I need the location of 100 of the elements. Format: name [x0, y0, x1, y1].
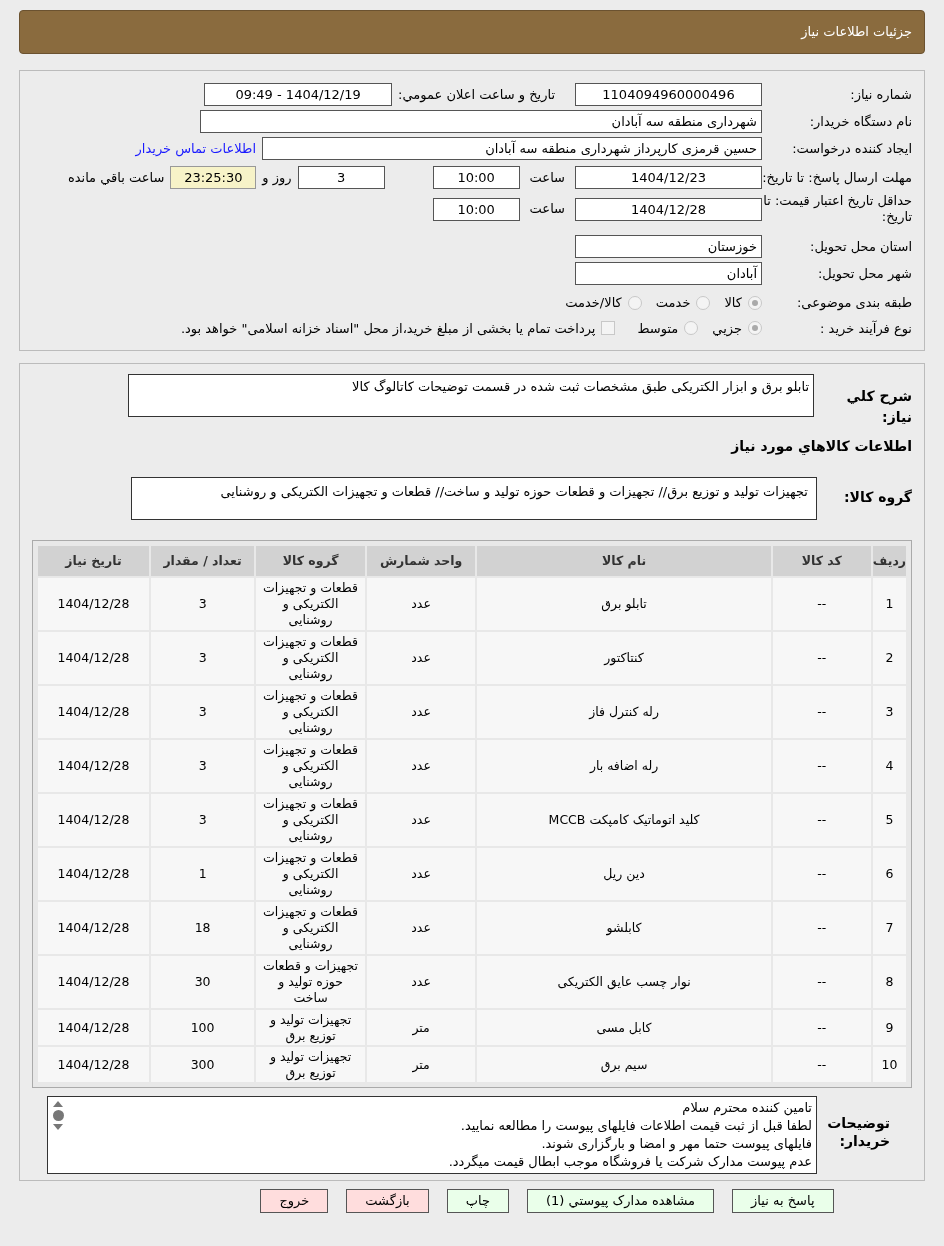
goods-group-textarea[interactable]: تجهیزات تولید و توزیع برق// تجهیزات و قطعات حوزه تولید و ساخت// قطعات و تجهیزات الکتریکی و روشنایی — [131, 477, 817, 520]
table-cell: رله اضافه بار — [477, 740, 771, 792]
table-cell: قطعات و تجهیزات الکتریکی و روشنایی — [256, 902, 365, 954]
table-cell: 3 — [151, 632, 255, 684]
text-field[interactable]: 1404/12/28 — [575, 197, 762, 221]
checkbox-label: پرداخت تمام یا بخشی از مبلغ خرید،از محل "اسناد خزانه اسلامی" خواهد بود. — [180, 319, 596, 338]
text-field[interactable]: 10:00 — [432, 197, 520, 221]
table-cell: عدد — [366, 956, 476, 1008]
summary-textarea[interactable]: تابلو برق و ابزار الکتریکی طبق مشخصات ثبت شده در قسمت توضیحات کاتالوگ کالا — [128, 374, 814, 417]
column-header: واحد شمارش — [366, 546, 476, 576]
table-cell: عدد — [366, 632, 476, 684]
radio-label: جزيي — [712, 319, 742, 338]
table-cell: 1404/12/28 — [38, 578, 149, 630]
action-button[interactable]: پاسخ به نیاز — [732, 1189, 834, 1213]
table-cell: 1404/12/28 — [38, 686, 149, 738]
column-header: کد کالا — [772, 546, 871, 576]
field-label: نوع فرآیند خرید : — [819, 319, 912, 338]
contact-link[interactable]: اطلاعات تماس خریدار — [135, 138, 256, 159]
table-cell: کابل مسی — [477, 1010, 771, 1045]
table-cell: عدد — [366, 902, 476, 954]
field-label: استان محل تحویل: — [809, 237, 912, 257]
table-cell: -- — [772, 902, 871, 954]
action-button[interactable]: بازگشت — [346, 1189, 429, 1213]
table-cell: 4 — [872, 740, 906, 792]
table-cell: 100 — [151, 1010, 255, 1045]
buyer-notes-textarea[interactable]: تامین کننده محترم سلام لطفا قبل از ثبت قیمت اطلاعات فایلهای پیوست را مطالعه نمایید. فایلهای پیوست حتما مهر و امضا و بارگزاری شوند. عدم پیوست مدارک شرکت یا فروشگاه موجب ابطال قیمت میگردد. — [47, 1096, 817, 1174]
field-label: شهر محل تحویل: — [816, 264, 912, 284]
table-cell: 3 — [872, 686, 906, 738]
table-cell: قطعات و تجهیزات الکتریکی و روشنایی — [256, 740, 365, 792]
table-cell: 1404/12/28 — [38, 902, 149, 954]
radio-button[interactable] — [696, 295, 711, 310]
table-cell: قطعات و تجهیزات الکتریکی و روشنایی — [256, 794, 365, 846]
table-cell: -- — [772, 686, 871, 738]
text-field[interactable]: آبادان — [575, 262, 762, 285]
note-line: لطفا قبل از ثبت قیمت اطلاعات فایلهای پیوست را مطالعه نمایید. — [459, 1117, 812, 1135]
table-cell: دین ریل — [477, 848, 771, 900]
table-cell: -- — [772, 632, 871, 684]
text-field[interactable]: حسین قرمزی کارپرداز شهرداری منطقه سه آبادان — [262, 137, 762, 160]
scroll-down-icon[interactable] — [53, 1124, 63, 1130]
action-button[interactable]: خروج — [260, 1189, 329, 1213]
table-cell: قطعات و تجهیزات الکتریکی و روشنایی — [256, 686, 365, 738]
table-cell: قطعات و تجهیزات الکتریکی و روشنایی — [256, 848, 365, 900]
scroll-thumb-icon[interactable] — [52, 1110, 64, 1121]
table-cell: 5 — [872, 794, 906, 846]
radio-button[interactable] — [627, 295, 642, 310]
checkbox[interactable] — [601, 321, 616, 336]
table-cell: -- — [772, 848, 871, 900]
table-cell: تجهیزات تولید و توزیع برق — [256, 1010, 365, 1045]
radio-button[interactable] — [684, 321, 699, 336]
table-cell: 1404/12/28 — [38, 956, 149, 1008]
table-cell: -- — [772, 1047, 871, 1082]
table-cell: کابلشو — [477, 902, 771, 954]
column-header: تعداد / مقدار — [151, 546, 255, 576]
field-label: مهلت ارسال پاسخ: تا تاریخ: — [762, 169, 912, 186]
column-header: ردیف — [872, 546, 906, 576]
table-cell: متر — [366, 1047, 476, 1082]
text-field[interactable]: 1404/12/23 — [575, 166, 762, 189]
table-cell: 8 — [872, 956, 906, 1008]
table-cell: عدد — [366, 686, 476, 738]
table-cell: رله کنترل فاز — [477, 686, 771, 738]
field-label: گروه کالا: — [842, 488, 912, 508]
table-cell: 6 — [872, 848, 906, 900]
section-title: اطلاعات کالاهاي مورد نياز — [729, 437, 912, 457]
radio-button[interactable] — [748, 321, 762, 336]
action-button[interactable]: مشاهده مدارک پیوستي (1) — [527, 1189, 715, 1213]
table-cell: تجهیزات تولید و توزیع برق — [256, 1047, 365, 1082]
text-field[interactable]: 3 — [297, 166, 385, 189]
text-field[interactable]: 10:00 — [432, 166, 520, 189]
table-cell: عدد — [366, 740, 476, 792]
radio-label: کالا — [724, 294, 742, 312]
field-label: ایجاد کننده درخواست: — [791, 139, 912, 159]
column-header: نام کالا — [477, 546, 771, 576]
table-cell: 1404/12/28 — [38, 848, 149, 900]
text-field[interactable]: خوزستان — [575, 235, 762, 258]
field-label: ساعت — [529, 200, 565, 219]
scroll-up-icon[interactable] — [53, 1101, 63, 1107]
radio-button[interactable] — [748, 295, 762, 310]
field-label: توضیحات خریدار: — [826, 1114, 891, 1150]
table-cell: 3 — [151, 578, 255, 630]
table-cell: -- — [772, 956, 871, 1008]
field-label: ساعت باقي مانده — [67, 168, 165, 187]
table-cell: کنتاکتور — [477, 632, 771, 684]
table-cell: قطعات و تجهیزات الکتریکی و روشنایی — [256, 578, 365, 630]
table-cell: -- — [772, 740, 871, 792]
table-cell: عدد — [366, 794, 476, 846]
field-label: روز و — [262, 168, 292, 188]
note-line: عدم پیوست مدارک شرکت یا فروشگاه موجب ابطال قیمت میگردد. — [447, 1153, 812, 1171]
text-field[interactable]: شهرداری منطقه سه آبادان — [200, 110, 762, 133]
text-field[interactable]: 1404/12/19 - 09:49 — [204, 83, 393, 106]
table-cell: 7 — [872, 902, 906, 954]
text-field[interactable]: 1104094960000496 — [575, 83, 762, 106]
table-cell: عدد — [366, 578, 476, 630]
table-cell: قطعات و تجهیزات الکتریکی و روشنایی — [256, 632, 365, 684]
action-button[interactable]: چاپ — [446, 1189, 509, 1213]
page-title: جزئیات اطلاعات نیاز — [801, 23, 912, 42]
countdown-field[interactable]: 23:25:30 — [170, 166, 257, 189]
note-line: فایلهای پیوست حتما مهر و امضا و بارگزاری شوند. — [540, 1135, 812, 1153]
table-cell: 18 — [151, 902, 255, 954]
table-cell: 1404/12/28 — [38, 794, 149, 846]
field-label: ساعت — [529, 168, 565, 187]
